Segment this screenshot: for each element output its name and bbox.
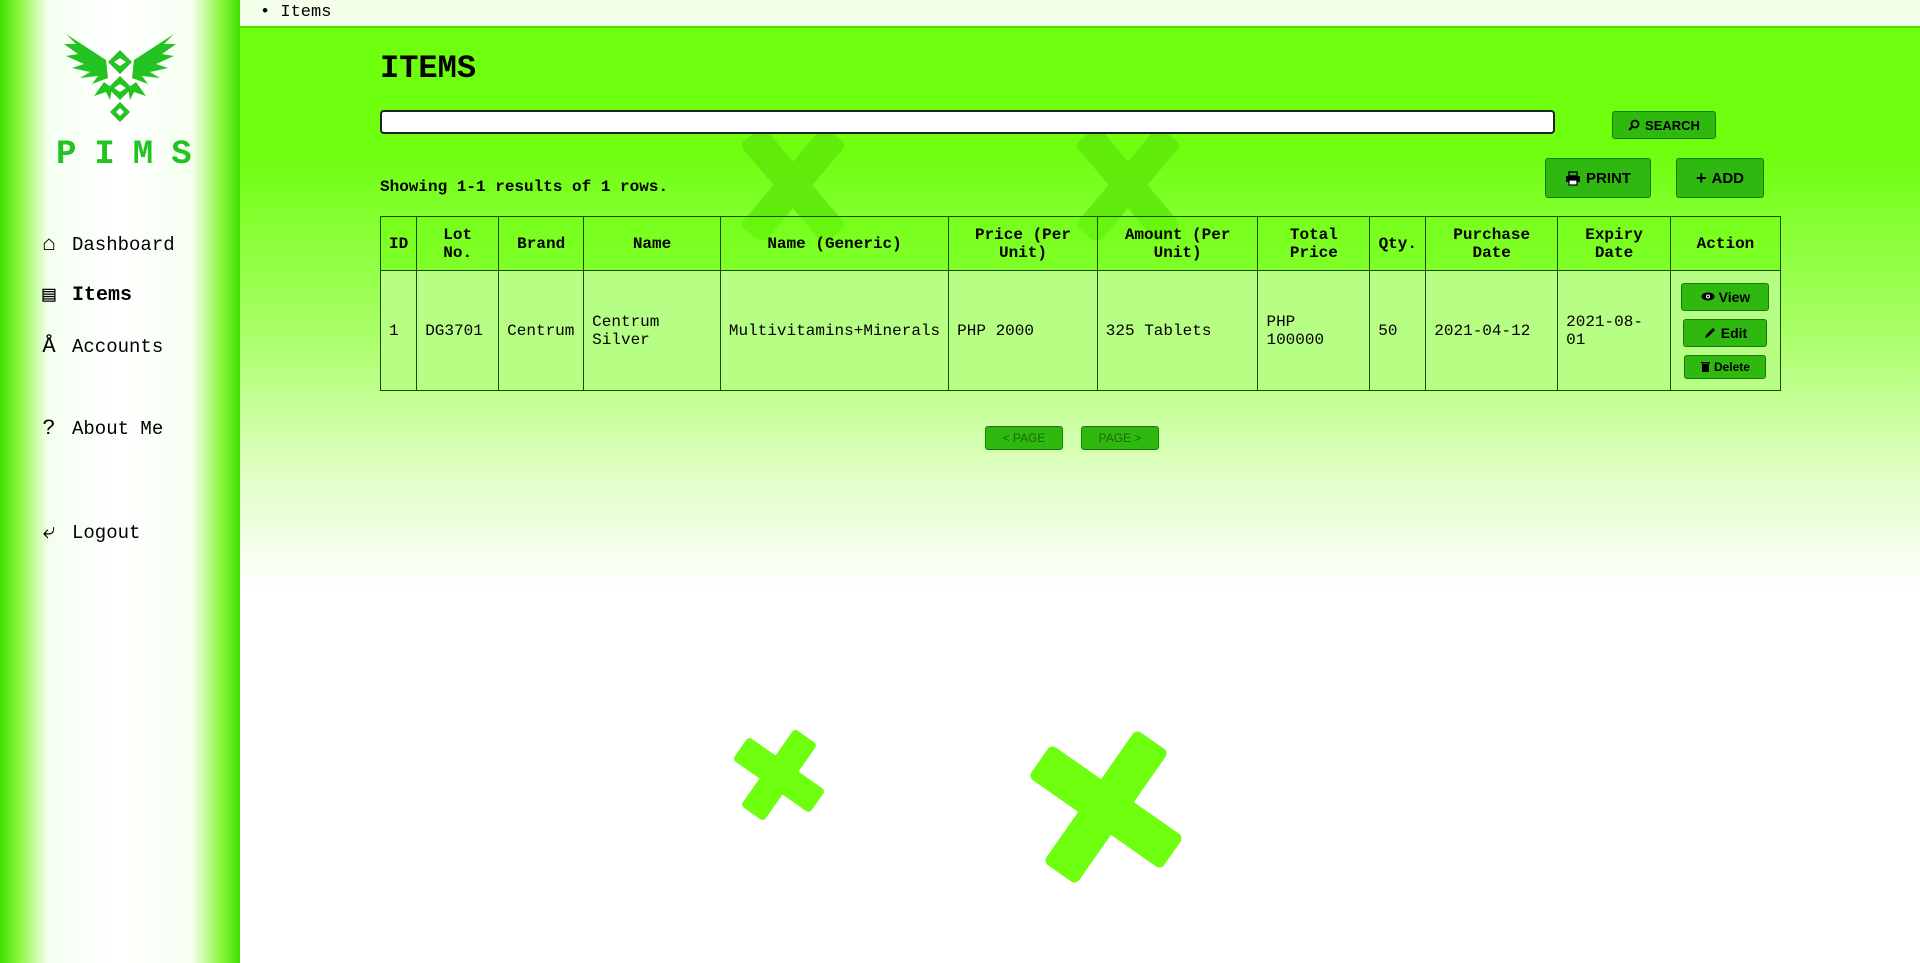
- view-button-label: View: [1718, 288, 1751, 305]
- delete-button[interactable]: Delete: [1684, 354, 1767, 379]
- column-header: ID: [379, 216, 418, 271]
- view-button[interactable]: View: [1681, 282, 1770, 311]
- sidebar-item-label: Logout: [72, 521, 141, 544]
- edit-button[interactable]: Edit: [1683, 318, 1768, 347]
- cell-name: Centrum Silver: [583, 270, 721, 391]
- table-header-row: ID Lot No. Brand Name Name (Generic) Pri…: [379, 216, 1782, 271]
- search-icon: [1628, 119, 1640, 131]
- sidebar-item-dashboard[interactable]: ⌂ Dashboard: [38, 232, 175, 257]
- column-header: Purchase Date: [1425, 216, 1559, 271]
- column-header: Name (Generic): [719, 216, 950, 271]
- print-button[interactable]: PRINT: [1545, 158, 1651, 198]
- cell-total-price: PHP 100000: [1257, 270, 1371, 391]
- home-icon: ⌂: [42, 232, 56, 257]
- sidebar-item-label: Dashboard: [72, 233, 175, 256]
- search-button-label: SEARCH: [1645, 117, 1700, 133]
- list-icon: ▤: [42, 283, 56, 308]
- column-header: Lot No.: [416, 216, 500, 271]
- cell-amount: 325 Tablets: [1096, 270, 1259, 391]
- breadcrumb-bullet: •: [260, 3, 271, 22]
- page-title: ITEMS: [380, 50, 477, 87]
- sidebar-item-label: Accounts: [72, 335, 164, 358]
- cell-price: PHP 2000: [948, 270, 1098, 391]
- add-button[interactable]: + ADD: [1676, 158, 1764, 198]
- main-content: • Items ITEMS SEARCH Showing 1-1 results…: [240, 0, 1920, 963]
- cell-brand: Centrum: [498, 270, 585, 391]
- column-header: Total Price: [1257, 216, 1371, 271]
- decorative-x-icon: [1030, 731, 1182, 883]
- eagle-logo-icon: [64, 34, 176, 122]
- column-header: Amount (Per Unit): [1096, 216, 1259, 271]
- search-input[interactable]: [380, 110, 1555, 134]
- breadcrumb-item-items[interactable]: Items: [280, 3, 331, 22]
- column-header: Brand: [498, 216, 585, 271]
- results-summary: Showing 1-1 results of 1 rows.: [380, 178, 669, 196]
- sidebar: PIMS ⌂ Dashboard ▤ Items Å Accounts ? Ab…: [0, 0, 240, 963]
- cell-id: 1: [379, 270, 418, 391]
- search-button[interactable]: SEARCH: [1612, 111, 1716, 139]
- add-button-label: ADD: [1711, 169, 1745, 187]
- column-header: Price (Per Unit): [948, 216, 1098, 271]
- column-header: Expiry Date: [1557, 216, 1671, 271]
- edit-button-label: Edit: [1720, 324, 1748, 341]
- plus-icon: +: [1695, 168, 1707, 188]
- cell-lot-no: DG3701: [416, 270, 500, 391]
- pencil-icon: [1704, 328, 1715, 338]
- column-header: Action: [1669, 216, 1782, 271]
- column-header: Qty.: [1369, 216, 1427, 271]
- column-header: Name: [583, 216, 721, 271]
- next-page-button[interactable]: PAGE >: [1081, 426, 1159, 450]
- logo: PIMS: [40, 30, 200, 174]
- breadcrumb: • Items: [240, 0, 1920, 28]
- sidebar-item-items[interactable]: ▤ Items: [38, 282, 132, 308]
- table-row: 1 DG3701 Centrum Centrum Silver Multivit…: [379, 270, 1782, 391]
- sidebar-item-logout[interactable]: ⤶ Logout: [38, 520, 141, 545]
- items-table: ID Lot No. Brand Name Name (Generic) Pri…: [379, 216, 1782, 391]
- cell-expiry-date: 2021-08-01: [1557, 270, 1671, 391]
- prev-page-button[interactable]: < PAGE: [985, 426, 1063, 450]
- eye-icon: [1701, 292, 1715, 301]
- sidebar-item-accounts[interactable]: Å Accounts: [38, 334, 163, 359]
- sidebar-item-label: About Me: [72, 417, 164, 440]
- logo-text: PIMS: [56, 136, 210, 174]
- cell-purchase-date: 2021-04-12: [1425, 270, 1559, 391]
- question-icon: ?: [42, 416, 56, 441]
- trash-icon: [1700, 362, 1710, 372]
- delete-button-label: Delete: [1713, 359, 1750, 374]
- printer-icon: [1566, 170, 1580, 186]
- cell-qty: 50: [1369, 270, 1427, 391]
- sidebar-item-label: Items: [72, 283, 133, 307]
- logout-icon: ⤶: [42, 520, 56, 545]
- decorative-x-icon: [734, 730, 824, 820]
- print-button-label: PRINT: [1586, 169, 1631, 187]
- cell-actions: View Edit Delete: [1669, 270, 1782, 391]
- accounts-icon: Å: [42, 334, 56, 359]
- sidebar-item-about-me[interactable]: ? About Me: [38, 416, 163, 441]
- cell-generic-name: Multivitamins+Minerals: [719, 270, 950, 391]
